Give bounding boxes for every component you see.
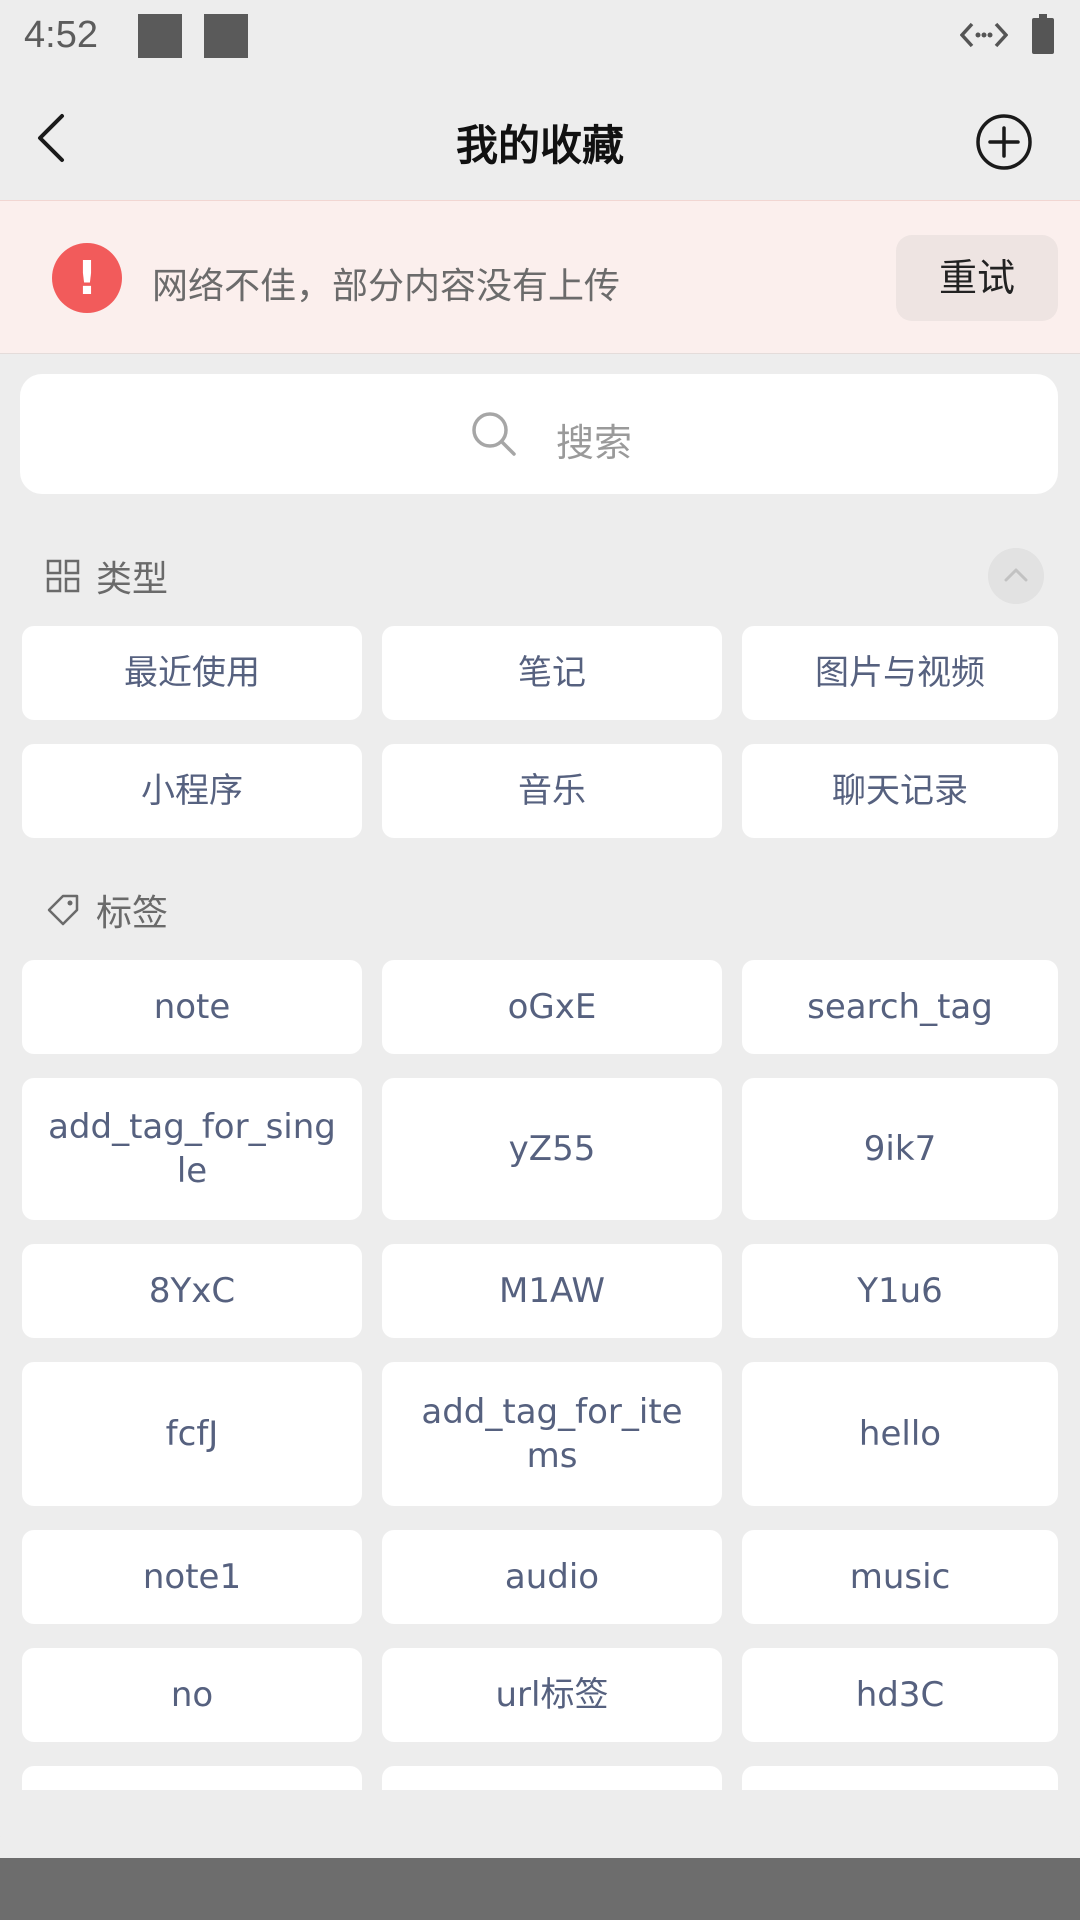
status-bar: 4:52 xyxy=(0,0,1080,76)
tag-chip[interactable]: url标签 xyxy=(382,1648,722,1742)
tag-chip[interactable]: yZ55 xyxy=(382,1078,722,1220)
tag-icon xyxy=(47,894,79,926)
notification-icon xyxy=(204,14,248,58)
search-placeholder: 搜索 xyxy=(556,421,633,465)
types-section-header: 类型 xyxy=(46,546,168,606)
type-chip[interactable]: 小程序 xyxy=(22,744,362,838)
type-chip[interactable]: 图片与视频 xyxy=(742,626,1058,720)
retry-button[interactable]: 重试 xyxy=(896,235,1058,321)
tags-section-header: 标签 xyxy=(46,880,168,940)
tag-chip[interactable]: search_tag xyxy=(742,960,1058,1054)
tag-chip-partial[interactable] xyxy=(22,1766,362,1792)
notification-icon xyxy=(138,14,182,58)
battery-icon xyxy=(1032,14,1054,54)
tag-chip[interactable]: no xyxy=(22,1648,362,1742)
search-icon xyxy=(472,412,516,456)
page-title: 我的收藏 xyxy=(455,121,624,170)
tag-chip[interactable]: Y1u6 xyxy=(742,1244,1058,1338)
tag-chip[interactable]: M1AW xyxy=(382,1244,722,1338)
tag-chip[interactable]: add_tag_for_items xyxy=(382,1362,722,1506)
tags-label: 标签 xyxy=(96,893,169,934)
types-label: 类型 xyxy=(96,559,169,600)
tag-chip[interactable]: add_tag_for_single xyxy=(22,1078,362,1220)
tag-chip-partial[interactable] xyxy=(382,1766,722,1792)
sheet-bottom-edge xyxy=(0,1790,1080,1860)
grid-icon xyxy=(46,559,80,593)
tag-chip[interactable]: note1 xyxy=(22,1530,362,1624)
type-chip[interactable]: 音乐 xyxy=(382,744,722,838)
dimmed-background xyxy=(0,1858,1080,1920)
tag-chip[interactable]: audio xyxy=(382,1530,722,1624)
chevron-up-icon[interactable] xyxy=(988,548,1044,604)
tag-chip[interactable]: note xyxy=(22,960,362,1054)
data-sync-icon xyxy=(960,22,1008,48)
warning-message: 网络不佳，部分内容没有上传 xyxy=(152,266,621,307)
tag-chip[interactable]: fcfJ xyxy=(22,1362,362,1506)
tag-chip[interactable]: oGxE xyxy=(382,960,722,1054)
search-box[interactable]: 搜索 xyxy=(20,374,1058,494)
tag-chip[interactable]: hd3C xyxy=(742,1648,1058,1742)
tag-chip[interactable]: hello xyxy=(742,1362,1058,1506)
tag-chip[interactable]: 9ik7 xyxy=(742,1078,1058,1220)
add-circle-icon[interactable] xyxy=(974,112,1034,172)
title-bar: 我的收藏 xyxy=(0,76,1080,200)
type-chip[interactable]: 聊天记录 xyxy=(742,744,1058,838)
network-warning-banner: ! 网络不佳，部分内容没有上传 重试 xyxy=(0,200,1080,354)
tag-chip-partial[interactable] xyxy=(742,1766,1058,1792)
type-chip[interactable]: 最近使用 xyxy=(22,626,362,720)
warning-icon: ! xyxy=(52,243,122,313)
tag-chip[interactable]: music xyxy=(742,1530,1058,1624)
status-time: 4:52 xyxy=(24,14,98,56)
type-chip[interactable]: 笔记 xyxy=(382,626,722,720)
tag-chip[interactable]: 8YxC xyxy=(22,1244,362,1338)
